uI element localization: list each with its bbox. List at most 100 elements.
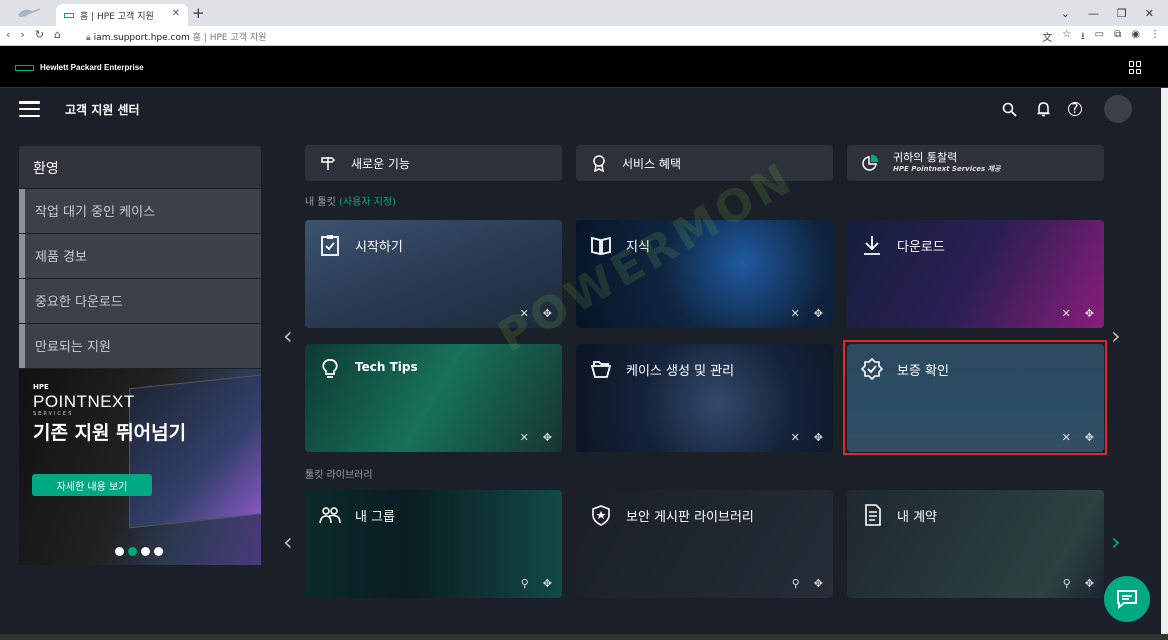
star-icon[interactable]: ☆ [1062,29,1071,46]
carousel-dot-active[interactable] [128,547,137,556]
promo-cta-button[interactable]: 자세한 내용 보기 [32,474,152,496]
pin-icon[interactable]: ⚲ [792,577,800,590]
minimize-button[interactable]: — [1088,7,1099,20]
restore-button[interactable]: ❐ [1117,7,1127,20]
insights-sub-label: HPE Pointnext Services 제공 [893,165,1001,173]
signpost-icon [319,154,337,172]
brand-name: Hewlett Packard Enterprise [40,63,144,72]
cast-icon[interactable]: ▭ [1095,29,1104,46]
url-field[interactable]: 🔒︎ iam.support.hpe.com 홈 | HPE 고객 지원 [86,30,266,43]
sidebar-item-expiring-support[interactable]: 만료되는 지원 [19,324,261,368]
carousel-prev-icon[interactable]: ‹ [283,322,293,350]
my-toolkit-title: 내 툴킷 [305,197,336,208]
award-icon [590,154,608,173]
hamburger-menu-icon[interactable] [19,101,40,117]
unpin-icon[interactable]: ✕ [791,307,800,320]
chat-button[interactable] [1104,576,1150,622]
unpin-icon[interactable]: ✕ [1062,307,1071,320]
card-label: 내 계약 [897,510,938,525]
url-title: 홈 | HPE 고객 지원 [192,33,267,43]
menu-icon[interactable]: ⋮ [1150,29,1160,46]
card-my-contracts[interactable]: 내 계약 ⚲ ✥ [847,490,1104,598]
service-benefits-button[interactable]: 서비스 혜택 [576,145,833,181]
hpe-logo[interactable]: Hewlett Packard Enterprise [15,63,144,72]
tweetdeck-icon [14,5,46,21]
app-grid-icon[interactable] [1129,61,1142,74]
card-downloads[interactable]: 다운로드 ✕ ✥ [847,220,1104,328]
card-security-bulletins[interactable]: 보안 게시판 라이브러리 ⚲ ✥ [576,490,833,598]
browser-tabbar: 홈 | HPE 고객 지원 ✕ + ⌄ — ❐ ✕ [0,0,1168,26]
sidebar-item-product-alerts[interactable]: 제품 경보 [19,234,261,278]
move-icon[interactable]: ✥ [1085,307,1094,320]
card-create-manage-cases[interactable]: 케이스 생성 및 관리 ✕ ✥ [576,344,833,452]
sidebar-item-important-downloads[interactable]: 중요한 다운로드 [19,279,261,323]
move-icon[interactable]: ✥ [1085,577,1094,590]
carousel-dot[interactable] [115,547,124,556]
library-prev-icon[interactable]: ‹ [283,528,293,556]
promo-headline: 기존 지원 뛰어넘기 [33,422,187,444]
unpin-icon[interactable]: ✕ [520,431,529,444]
bell-icon[interactable] [1034,100,1052,118]
carousel-next-icon[interactable]: › [1111,322,1121,350]
home-icon[interactable]: ⌂ [54,28,61,41]
new-tab-button[interactable]: + [192,4,205,22]
chevron-down-icon[interactable]: ⌄ [1061,7,1070,20]
profile-icon[interactable]: ◉ [1131,29,1140,46]
tab-title: 홈 | HPE 고객 지원 [80,11,154,22]
reload-icon[interactable]: ↻ [35,28,44,41]
whats-new-button[interactable]: 새로운 기능 [305,145,562,181]
move-icon[interactable]: ✥ [814,577,823,590]
pin-icon[interactable]: ⚲ [1063,577,1071,590]
pie-chart-icon [861,154,879,172]
card-label: 다운로드 [897,240,945,255]
translate-icon[interactable]: 文 [1042,29,1052,46]
library-next-icon[interactable]: › [1111,528,1121,556]
insights-button[interactable]: 귀하의 통찰력 HPE Pointnext Services 제공 [847,145,1104,181]
users-icon [319,507,341,524]
address-bar: ‹ › ↻ ⌂ 🔒︎ iam.support.hpe.com 홈 | HPE 고… [0,26,1168,46]
url-domain: iam.support.hpe.com [93,33,190,43]
sidebar-item-pending-cases[interactable]: 작업 대기 중인 케이스 [19,189,261,233]
download-icon[interactable]: ⭳ [1081,29,1085,46]
clipboard-check-icon [321,235,339,256]
move-icon[interactable]: ✥ [543,431,552,444]
download-icon [864,236,880,255]
extension-icon[interactable]: ⧉ [1114,29,1121,46]
search-icon[interactable] [1000,100,1018,118]
card-label: 케이스 생성 및 관리 [626,364,735,379]
card-my-groups[interactable]: 내 그룹 ⚲ ✥ [305,490,562,598]
promo-brand: POINTNEXT [33,392,135,411]
browser-tab[interactable]: 홈 | HPE 고객 지원 ✕ [56,4,188,26]
close-window-button[interactable]: ✕ [1145,7,1154,20]
hpe-top-bar: Hewlett Packard Enterprise [0,46,1168,88]
promo-image [129,373,261,529]
customize-link[interactable]: (사용자 지정) [339,197,396,208]
avatar[interactable] [1104,95,1132,123]
insights-label: 귀하의 통찰력 [893,151,958,164]
carousel-dot[interactable] [154,547,163,556]
unpin-icon[interactable]: ✕ [791,431,800,444]
document-icon [865,504,881,526]
page-title: 고객 지원 센터 [65,103,140,117]
welcome-panel: 환영 작업 대기 중인 케이스 제품 경보 중요한 다운로드 만료되는 지원 H… [19,146,261,565]
close-tab-icon[interactable]: ✕ [172,8,180,19]
shield-icon [592,505,610,526]
carousel-dot[interactable] [141,547,150,556]
pin-icon[interactable]: ⚲ [521,577,529,590]
taskbar [0,634,1168,640]
forward-icon[interactable]: › [20,28,24,41]
back-icon[interactable]: ‹ [6,28,10,41]
welcome-heading: 환영 [19,146,261,188]
move-icon[interactable]: ✥ [543,577,552,590]
service-benefits-label: 서비스 혜택 [622,156,682,171]
scrollbar[interactable] [1161,88,1168,640]
hpe-element-icon [15,64,34,71]
card-tech-tips[interactable]: Tech Tips ✕ ✥ [305,344,562,452]
promo-banner[interactable]: HPE POINTNEXT SERVICES 기존 지원 뛰어넘기 자세한 내용… [19,369,261,565]
lock-icon: 🔒︎ [86,33,91,43]
card-label: 보안 게시판 라이브러리 [626,510,754,525]
move-icon[interactable]: ✥ [814,431,823,444]
help-icon[interactable]: ? [1068,102,1082,117]
card-label: 시작하기 [355,240,403,255]
move-icon[interactable]: ✥ [814,307,823,320]
